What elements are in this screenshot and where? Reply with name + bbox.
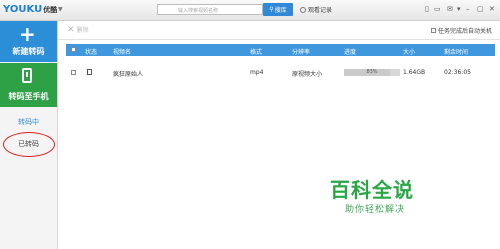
delete-label: 删除 <box>76 27 89 34</box>
phone-icon <box>22 68 32 83</box>
minimize-icon[interactable]: – <box>466 4 470 14</box>
search-button[interactable]: ⚲ 搜库 <box>263 3 293 16</box>
auto-shutdown-toggle[interactable]: 任务完成后自动关机 <box>430 26 492 35</box>
history-label: 观看记录 <box>308 7 333 14</box>
select-all-checkbox[interactable] <box>71 47 76 52</box>
close-icon[interactable]: ✕ <box>489 4 495 14</box>
toolbar: ✕ 删除 任务完成后自动关机 <box>58 21 500 40</box>
plus-icon: + <box>19 22 36 46</box>
progress-text: 83% <box>366 69 378 75</box>
progress-bar: 83% <box>344 69 400 76</box>
row-format: mp4 <box>250 69 264 76</box>
settings-dropdown-icon[interactable]: ▾ <box>457 4 461 14</box>
col-remaining: 剩余时间 <box>444 49 469 56</box>
search-placeholder: 输入搜索视频名称 <box>178 8 219 14</box>
watch-history-button[interactable]: 观看记录 <box>300 5 332 14</box>
new-transcode-label: 新建转码 <box>12 47 45 56</box>
auto-shutdown-checkbox[interactable] <box>430 28 436 33</box>
maximize-icon[interactable]: ▢ <box>477 4 484 14</box>
delete-button[interactable]: ✕ 删除 <box>67 25 89 34</box>
to-phone-label: 转码至手机 <box>8 92 49 101</box>
tab-transcoding[interactable]: 转码中 <box>0 117 57 127</box>
screen-icon[interactable]: ▭ <box>434 4 441 14</box>
row-checkbox[interactable] <box>71 70 76 75</box>
watermark-title: 百科全说 <box>330 178 414 202</box>
clock-icon <box>300 6 306 13</box>
col-progress: 进度 <box>344 49 357 56</box>
col-format: 格式 <box>250 49 263 56</box>
phone-icon[interactable]: ▯ <box>425 4 429 14</box>
watermark-subtitle: 助你轻松解决 <box>345 205 406 215</box>
logo-sub: 优酷 <box>43 6 58 14</box>
menu-dropdown-icon[interactable]: ▼ <box>58 6 63 13</box>
col-size: 大小 <box>403 49 416 56</box>
row-remaining: 02:36:05 <box>444 69 471 76</box>
transcode-to-phone-button[interactable]: 转码至手机 <box>0 63 57 107</box>
search-button-label: 搜库 <box>274 7 287 14</box>
table-row[interactable]: 疯狂原始人 mp4 原视频大小 83% 1.64GB 02:36:05 <box>66 66 495 78</box>
message-icon[interactable]: ✉ <box>447 4 453 14</box>
youku-logo: YOUKU优酷 <box>3 4 57 15</box>
new-transcode-button[interactable]: + 新建转码 <box>0 21 57 62</box>
logo-text: YOUKU <box>3 4 43 15</box>
file-status-icon <box>87 69 92 75</box>
auto-shutdown-label: 任务完成后自动关机 <box>437 28 492 35</box>
search-input[interactable]: 输入搜索视频名称 <box>157 4 263 15</box>
col-name: 视频名 <box>113 49 132 56</box>
row-resolution: 原视频大小 <box>292 71 323 78</box>
title-bar: YOUKU优酷 ▼ 输入搜索视频名称 ⚲ 搜库 观看记录 ▯ ▭ ✉ ▾ – ▢… <box>0 0 500 21</box>
delete-icon: ✕ <box>67 24 75 35</box>
highlight-circle <box>3 132 55 157</box>
table-header: 状态 视频名 格式 分辨率 进度 大小 剩余时间 <box>66 44 495 56</box>
row-size: 1.64GB <box>403 69 426 76</box>
col-resolution: 分辨率 <box>292 49 311 56</box>
col-status: 状态 <box>85 49 98 56</box>
row-name: 疯狂原始人 <box>113 71 144 78</box>
search-icon: ⚲ <box>269 6 274 13</box>
